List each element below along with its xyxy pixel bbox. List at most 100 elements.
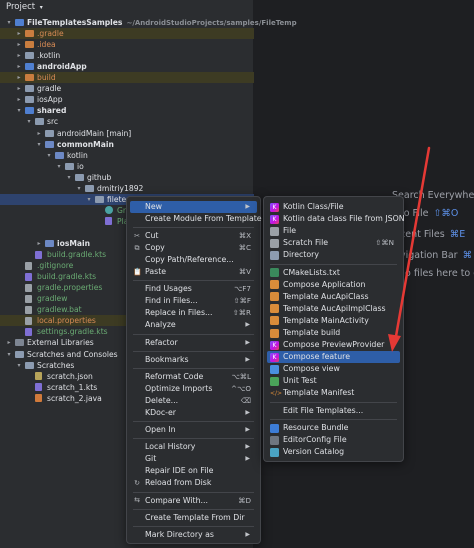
tree-node[interactable]: ▸ androidApp <box>0 61 254 72</box>
new-kotlin-class-file[interactable]: K Kotlin Class/File <box>267 201 400 213</box>
tree-node[interactable]: ▾ io <box>0 161 254 172</box>
chevron-down-icon[interactable]: ▾ <box>25 116 33 127</box>
menu-git[interactable]: Git ▶ <box>130 453 257 465</box>
new-unit-test[interactable]: Unit Test <box>267 375 400 387</box>
menu-find-in-files[interactable]: Find in Files... ⇧⌘F <box>130 295 257 307</box>
menu-repair-ide[interactable]: Repair IDE on File <box>130 465 257 477</box>
new-cmakelists[interactable]: CMakeLists.txt <box>267 267 400 279</box>
menu-refactor[interactable]: Refactor ▶ <box>130 337 257 349</box>
menu-item-label: Cut <box>145 231 159 241</box>
menu-paste[interactable]: 📋 Paste ⌘V <box>130 266 257 278</box>
menu-mark-directory-as[interactable]: Mark Directory as ▶ <box>130 529 257 541</box>
tree-node[interactable]: ▸ androidMain [main] <box>0 128 254 139</box>
chevron-down-icon[interactable]: ▾ <box>85 194 93 205</box>
menu-find-usages[interactable]: Find Usages ⌥F7 <box>130 283 257 295</box>
submenu-arrow-icon: ▶ <box>245 203 250 210</box>
menu-reload-from-disk[interactable]: ↻ Reload from Disk <box>130 477 257 489</box>
new-kotlin-data-class-json[interactable]: K Kotlin data class File from JSON <box>267 213 405 225</box>
shortcut-label: ⌥F7 <box>234 284 251 294</box>
chevron-right-icon[interactable]: ▸ <box>15 28 23 39</box>
tree-node[interactable]: ▾ kotlin <box>0 150 254 161</box>
new-edit-file-templates[interactable]: Edit File Templates... <box>267 405 400 417</box>
new-template-aucapiclass[interactable]: Template AucApiClass <box>267 291 400 303</box>
chevron-right-icon[interactable]: ▸ <box>5 337 13 348</box>
tree-node[interactable]: ▾ FileTemplatesSamples ~/AndroidStudioProj… <box>0 17 296 28</box>
chevron-down-icon[interactable]: ▾ <box>15 105 23 116</box>
chevron-down-icon[interactable]: ▾ <box>5 17 13 28</box>
chevron-down-icon[interactable]: ▾ <box>40 4 43 11</box>
menu-analyze[interactable]: Analyze ▶ <box>130 319 257 331</box>
library-icon <box>15 339 24 347</box>
new-compose-previewprovider[interactable]: K Compose PreviewProvider <box>267 339 400 351</box>
tree-node[interactable]: ▾ src <box>0 116 254 127</box>
chevron-right-icon[interactable]: ▸ <box>35 238 43 249</box>
chevron-down-icon[interactable]: ▾ <box>45 150 53 161</box>
new-compose-application[interactable]: Compose Application <box>267 279 400 291</box>
new-template-mainactivity[interactable]: Template MainActivity <box>267 315 400 327</box>
tree-node-label: build.gradle.kts <box>47 250 107 260</box>
menu-copy-path[interactable]: Copy Path/Reference... <box>130 254 257 266</box>
new-scratch-file[interactable]: Scratch File ⇧⌘N <box>267 237 400 249</box>
chevron-right-icon[interactable]: ▸ <box>15 39 23 50</box>
new-template-aucapiimplclass[interactable]: Template AucApiImplClass <box>267 303 400 315</box>
tree-node[interactable]: ▸ gradle <box>0 83 254 94</box>
chevron-down-icon[interactable]: ▾ <box>55 161 63 172</box>
project-panel-header[interactable]: Project ▾ <box>0 0 253 14</box>
tree-node[interactable]: ▾ github <box>0 172 254 183</box>
chevron-right-icon[interactable]: ▸ <box>15 83 23 94</box>
tree-node[interactable]: ▸ build <box>0 72 254 84</box>
chevron-right-icon[interactable]: ▸ <box>15 72 23 83</box>
folder-icon <box>25 41 34 49</box>
chevron-right-icon[interactable]: ▸ <box>15 94 23 105</box>
menu-kdoc-er[interactable]: KDoc-er ▶ <box>130 407 257 419</box>
editor-hint: o files here to op <box>405 268 474 279</box>
chevron-down-icon[interactable]: ▾ <box>75 183 83 194</box>
menu-cut[interactable]: ✂ Cut ⌘X <box>130 230 257 242</box>
menu-optimize-imports[interactable]: Optimize Imports ^⌥O <box>130 383 257 395</box>
tree-node[interactable]: ▸ .idea <box>0 39 254 50</box>
new-editorconfig-file[interactable]: EditorConfig File <box>267 434 400 446</box>
module-folder-icon <box>25 107 34 115</box>
menu-create-template-from-dir[interactable]: Create Template From Dir <box>130 512 257 524</box>
menu-item-label: Compose feature <box>283 352 351 362</box>
new-template-build[interactable]: Template build <box>267 327 400 339</box>
menu-open-in[interactable]: Open In ▶ <box>130 424 257 436</box>
new-directory[interactable]: Directory <box>267 249 400 261</box>
tree-node[interactable]: ▾ shared <box>0 105 254 116</box>
menu-bookmarks[interactable]: Bookmarks ▶ <box>130 354 257 366</box>
menu-copy[interactable]: ⧉ Copy ⌘C <box>130 242 257 254</box>
chevron-down-icon[interactable]: ▾ <box>5 349 13 360</box>
menu-local-history[interactable]: Local History ▶ <box>130 441 257 453</box>
chevron-down-icon[interactable]: ▾ <box>35 139 43 150</box>
tree-node[interactable]: ▸ iosApp <box>0 94 254 105</box>
menu-new[interactable]: New ▶ <box>130 201 257 213</box>
new-compose-view[interactable]: Compose view <box>267 363 400 375</box>
new-version-catalog[interactable]: Version Catalog <box>267 446 400 458</box>
chevron-down-icon[interactable]: ▾ <box>65 172 73 183</box>
tree-node[interactable]: ▸ .gradle <box>0 28 254 40</box>
menu-item-label: Copy Path/Reference... <box>145 255 234 265</box>
chevron-right-icon[interactable]: ▸ <box>15 50 23 61</box>
chevron-down-icon[interactable]: ▾ <box>15 360 23 371</box>
menu-create-module-from-template[interactable]: Create Module From Template <box>130 213 262 225</box>
menu-reformat-code[interactable]: Reformat Code ⌥⌘L <box>130 371 257 383</box>
tree-node-label: iosApp <box>37 95 63 105</box>
menu-item-label: Compose view <box>283 364 340 374</box>
submenu-arrow-icon: ▶ <box>245 321 250 329</box>
tree-node[interactable]: ▾ commonMain <box>0 139 254 150</box>
project-folder-icon <box>15 19 24 26</box>
tree-node[interactable]: ▾ dmitriy1892 <box>0 183 254 194</box>
menu-item-label: Bookmarks <box>145 354 189 364</box>
menu-delete[interactable]: Delete... ⌫ <box>130 395 257 407</box>
menu-item-label: Optimize Imports <box>145 384 213 393</box>
menu-item-label: Mark Directory as <box>145 530 214 539</box>
menu-compare-with[interactable]: ⇆ Compare With... ⌘D <box>130 495 257 507</box>
new-file[interactable]: File <box>267 225 400 237</box>
chevron-right-icon[interactable]: ▸ <box>35 128 43 139</box>
new-resource-bundle[interactable]: Resource Bundle <box>267 422 400 434</box>
menu-replace-in-files[interactable]: Replace in Files... ⇧⌘R <box>130 307 257 319</box>
new-compose-feature[interactable]: K Compose feature <box>267 351 400 364</box>
chevron-right-icon[interactable]: ▸ <box>15 61 23 72</box>
tree-node[interactable]: ▸ .kotlin <box>0 50 254 61</box>
new-template-manifest[interactable]: </> Template Manifest <box>267 387 400 399</box>
